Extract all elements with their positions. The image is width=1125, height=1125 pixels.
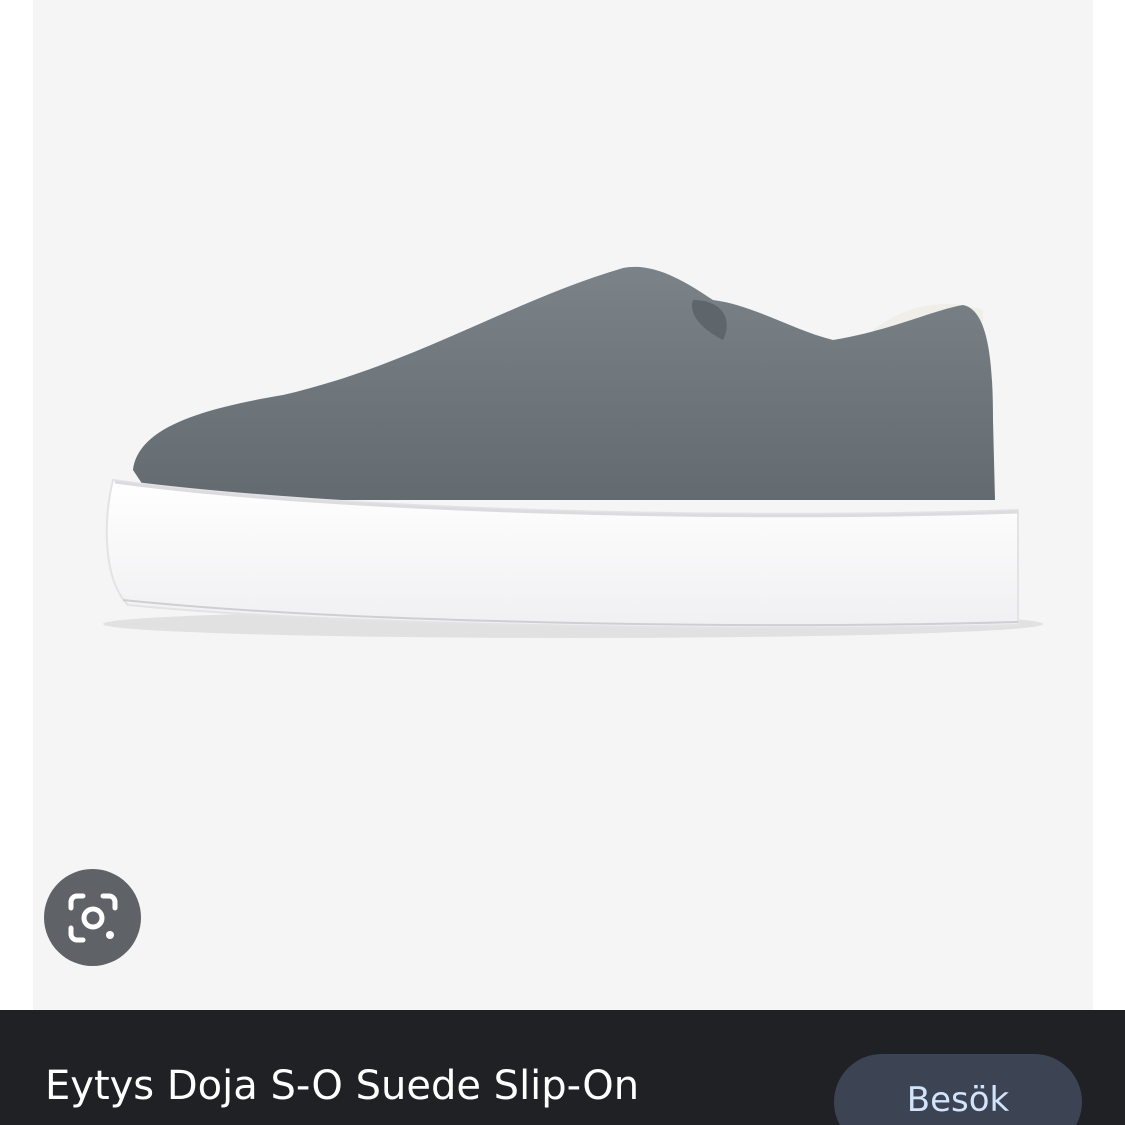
image-area [0, 0, 1125, 1010]
white-sole [105, 478, 1019, 629]
visit-button[interactable]: Besök [834, 1054, 1082, 1125]
lens-button[interactable] [44, 869, 141, 966]
product-title[interactable]: Eytys Doja S-O Suede Slip-On [45, 1058, 639, 1114]
product-image[interactable] [33, 0, 1093, 1010]
suede-upper [133, 266, 995, 500]
google-lens-icon [68, 893, 117, 942]
sneaker-illustration [103, 266, 1043, 638]
image-viewer: Eytys Doja S-O Suede Slip-On Besök [0, 0, 1125, 1125]
